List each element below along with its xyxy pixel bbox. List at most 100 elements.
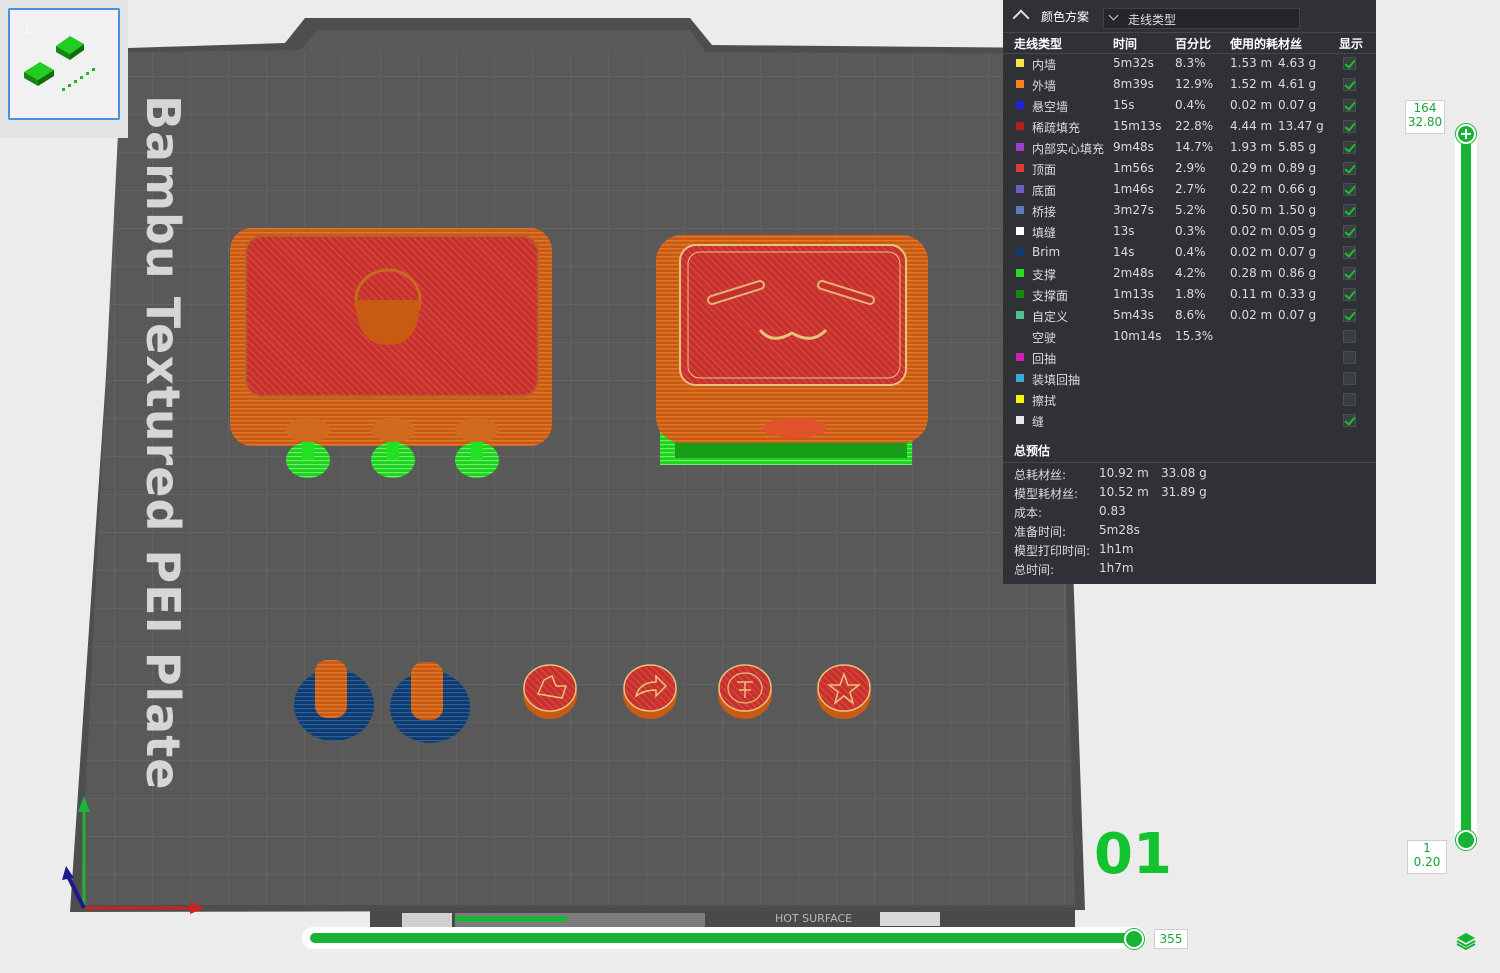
legend-row-time: 14s	[1113, 245, 1135, 259]
legend-row: 桥接 3m27s 5.2% 0.50 m 1.50 g	[1003, 200, 1376, 221]
legend-row-length: 4.44 m	[1230, 119, 1273, 133]
bottom-layer-height: 0.20	[1413, 855, 1441, 869]
header-type: 走线类型	[1014, 37, 1063, 51]
legend-row-time: 3m27s	[1113, 203, 1154, 217]
legend-row-time: 9m48s	[1113, 140, 1154, 154]
legend-row-weight: 0.66 g	[1278, 182, 1317, 196]
legend-row: 空驶 10m14s 15.3%	[1003, 326, 1376, 347]
display-checkbox[interactable]	[1343, 99, 1356, 112]
legend-row-name: 底面	[1032, 184, 1057, 198]
color-swatch	[1016, 353, 1024, 361]
display-checkbox[interactable]	[1343, 183, 1356, 196]
header-percent: 百分比	[1175, 37, 1212, 51]
display-checkbox[interactable]	[1343, 246, 1356, 259]
bottom-layer-number: 1	[1423, 841, 1431, 855]
legend-row-time: 10m14s	[1113, 329, 1162, 343]
color-swatch	[1016, 248, 1024, 256]
summary-row: 模型耗材丝: 10.52 m 31.89 g	[1003, 485, 1376, 504]
legend-row-weight: 4.63 g	[1278, 56, 1317, 70]
color-swatch	[1016, 80, 1024, 88]
legend-row: 悬空墙 15s 0.4% 0.02 m 0.07 g	[1003, 95, 1376, 116]
display-checkbox[interactable]	[1343, 225, 1356, 238]
coin-star-model	[817, 664, 871, 719]
top-layer-tag: 164 32.80	[1405, 100, 1445, 134]
layer-slider-bottom-handle[interactable]	[1456, 830, 1476, 850]
legend-row-time: 15s	[1113, 98, 1135, 112]
legend-row-weight: 0.86 g	[1278, 266, 1317, 280]
layer-slider-top-handle[interactable]	[1456, 124, 1476, 144]
legend-row-percent: 1.8%	[1175, 287, 1206, 301]
summary-value-2: 31.89 g	[1161, 485, 1207, 499]
display-checkbox[interactable]	[1343, 78, 1356, 91]
thumbnail-index: 1	[24, 23, 31, 36]
plate-number: 01	[1094, 822, 1172, 887]
display-checkbox[interactable]	[1343, 120, 1356, 133]
legend-row-name: 擦拭	[1032, 394, 1057, 408]
summary-value-1: 10.92 m	[1099, 466, 1149, 480]
hot-surface-text: HOT SURFACE	[775, 912, 852, 925]
display-checkbox[interactable]	[1343, 414, 1356, 427]
legend-row-time: 5m32s	[1113, 56, 1154, 70]
move-slider-handle[interactable]	[1124, 929, 1144, 949]
legend-row-name: 外墙	[1032, 79, 1057, 93]
summary-row: 总耗材丝: 10.92 m 33.08 g	[1003, 466, 1376, 485]
color-swatch	[1016, 311, 1024, 319]
legend-row: 外墙 8m39s 12.9% 1.52 m 4.61 g	[1003, 74, 1376, 95]
legend-row-name: 内部实心填充	[1032, 142, 1105, 156]
legend-row-name: 缝	[1032, 415, 1045, 429]
summary-label: 总时间:	[1014, 563, 1055, 577]
legend-row-time: 13s	[1113, 224, 1135, 238]
summary-value-2: 33.08 g	[1161, 466, 1207, 480]
legend-row: 稀疏填充 15m13s 22.8% 4.44 m 13.47 g	[1003, 116, 1376, 137]
display-checkbox[interactable]	[1343, 393, 1356, 406]
coin-share-model	[623, 664, 677, 719]
view-type-value: 走线类型	[1128, 13, 1177, 27]
legend-row-name: 回抽	[1032, 352, 1057, 366]
legend-row-length: 1.53 m	[1230, 56, 1273, 70]
display-checkbox[interactable]	[1343, 309, 1356, 322]
legend-row-weight: 0.89 g	[1278, 161, 1317, 175]
display-checkbox[interactable]	[1343, 288, 1356, 301]
color-swatch	[1016, 122, 1024, 130]
legend-row: Brim 14s 0.4% 0.02 m 0.07 g	[1003, 242, 1376, 263]
color-swatch	[1016, 164, 1024, 172]
coin-coin-model	[718, 664, 772, 719]
summary-row: 总时间: 1h7m	[1003, 561, 1376, 580]
view-type-dropdown[interactable]: 走线类型	[1103, 8, 1300, 29]
layers-icon[interactable]	[1455, 930, 1477, 952]
legend-row: 擦拭	[1003, 389, 1376, 410]
display-checkbox[interactable]	[1343, 57, 1356, 70]
display-checkbox[interactable]	[1343, 204, 1356, 217]
legend-row-length: 1.52 m	[1230, 77, 1273, 91]
display-checkbox[interactable]	[1343, 141, 1356, 154]
legend-row-length: 0.28 m	[1230, 266, 1273, 280]
color-swatch	[1016, 269, 1024, 277]
legend-row-length: 0.02 m	[1230, 224, 1273, 238]
move-slider-track[interactable]	[310, 933, 1134, 943]
legend-row-percent: 8.3%	[1175, 56, 1206, 70]
display-checkbox[interactable]	[1343, 162, 1356, 175]
legend-row: 支撑面 1m13s 1.8% 0.11 m 0.33 g	[1003, 284, 1376, 305]
summary-value-1: 10.52 m	[1099, 485, 1149, 499]
legend-row-percent: 2.9%	[1175, 161, 1206, 175]
color-swatch	[1016, 59, 1024, 67]
legend-row-percent: 0.4%	[1175, 245, 1206, 259]
plate-thumbnail[interactable]: 1	[8, 8, 120, 120]
legend-row-time: 1m46s	[1113, 182, 1154, 196]
legend-row-weight: 1.50 g	[1278, 203, 1317, 217]
collapse-icon[interactable]	[1012, 9, 1030, 27]
display-checkbox[interactable]	[1343, 267, 1356, 280]
display-checkbox[interactable]	[1343, 330, 1356, 343]
display-checkbox[interactable]	[1343, 351, 1356, 364]
legend-row: 顶面 1m56s 2.9% 0.29 m 0.89 g	[1003, 158, 1376, 179]
legend-row-percent: 8.6%	[1175, 308, 1206, 322]
legend-row: 自定义 5m43s 8.6% 0.02 m 0.07 g	[1003, 305, 1376, 326]
layer-slider-track[interactable]	[1461, 133, 1471, 839]
legend-row-name: 顶面	[1032, 163, 1057, 177]
summary-label: 模型打印时间:	[1014, 544, 1091, 558]
legend-row-percent: 22.8%	[1175, 119, 1214, 133]
legend-row-percent: 5.2%	[1175, 203, 1206, 217]
legend-row: 底面 1m46s 2.7% 0.22 m 0.66 g	[1003, 179, 1376, 200]
display-checkbox[interactable]	[1343, 372, 1356, 385]
header-display: 显示	[1339, 37, 1364, 51]
